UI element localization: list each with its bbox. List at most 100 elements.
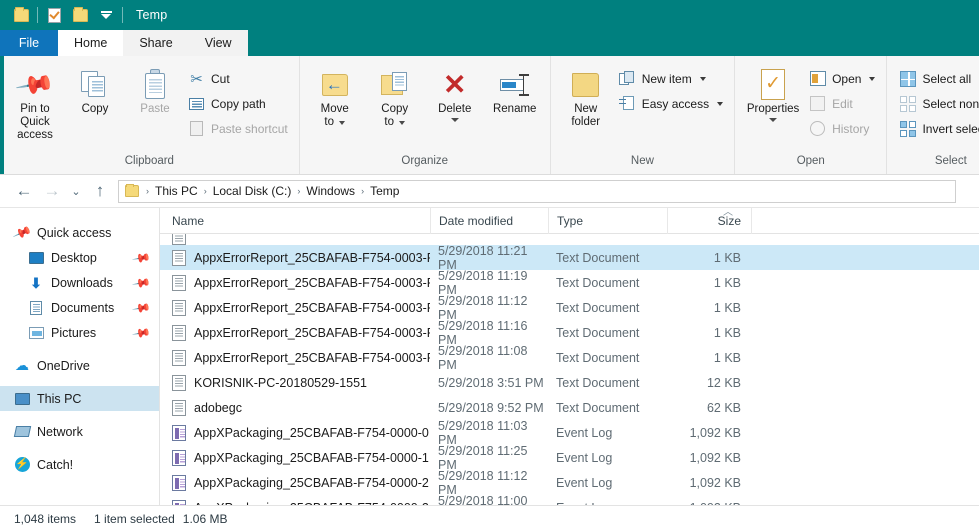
file-date-cell: 5/29/2018 11:00 PM (438, 493, 528, 506)
star-pin-icon: 📌 (12, 222, 33, 242)
breadcrumb-item-windows[interactable]: Windows (303, 184, 358, 198)
table-row[interactable]: AppxErrorReport_25CBAFAB-F754-0003-F... … (160, 268, 979, 297)
breadcrumb-item-local-disk[interactable]: Local Disk (C:) (210, 184, 295, 198)
file-name-cell (160, 234, 430, 245)
sidebar-item-label: Catch! (37, 457, 74, 472)
column-header-name[interactable]: Name (160, 208, 430, 234)
table-row[interactable]: KORISNIK-PC-20180529-1551 5/29/2018 3:51… (160, 370, 979, 395)
easy-access-button[interactable]: Easy access (617, 93, 728, 114)
invert-selection-button[interactable]: Invert selection (897, 118, 979, 139)
table-row[interactable]: AppXPackaging_25CBAFAB-F754-0000-2... 5/… (160, 493, 979, 506)
file-name-cell: AppxErrorReport_25CBAFAB-F754-0003-F... (160, 299, 430, 316)
move-to-button[interactable]: ← Move to (306, 63, 364, 129)
open-label: Open (832, 71, 862, 86)
table-row[interactable]: adobegc 5/29/2018 9:52 PM Text Document … (160, 395, 979, 420)
sidebar-item-this-pc[interactable]: This PC (0, 386, 159, 411)
file-type-cell: Text Document (556, 400, 640, 415)
file-size-cell: 1 KB (713, 325, 741, 340)
copy-icon (80, 67, 110, 103)
pin-to-quick-access-button[interactable]: 📌 Pin to Quick access (6, 63, 64, 142)
table-row[interactable]: AppXPackaging_25CBAFAB-F754-0000-2... 5/… (160, 469, 979, 497)
pin-icon: 📌 (131, 272, 152, 293)
column-header-type[interactable]: Type (548, 207, 667, 234)
tab-file[interactable]: File (0, 30, 58, 56)
copy-to-button[interactable]: Copy to (366, 63, 424, 129)
tab-share[interactable]: Share (123, 30, 189, 56)
sidebar-item-desktop[interactable]: Desktop 📌 (0, 245, 159, 270)
column-header-date-modified[interactable]: Date modified (430, 207, 548, 234)
sidebar-item-catch[interactable]: ⚡ Catch! (0, 452, 159, 477)
table-row[interactable]: AppxErrorReport_25CBAFAB-F754-0003-F... … (160, 319, 979, 347)
sidebar-item-network[interactable]: Network (0, 419, 159, 444)
file-size-cell: 1 KB (713, 250, 741, 265)
table-row[interactable]: AppxErrorReport_25CBAFAB-F754-0003-F... … (160, 294, 979, 322)
tab-home[interactable]: Home (58, 30, 124, 56)
new-folder-button[interactable]: New folder (557, 63, 615, 129)
table-row[interactable]: AppXPackaging_25CBAFAB-F754-0000-0... 5/… (160, 419, 979, 447)
properties-icon (47, 7, 61, 23)
pictures-icon (28, 325, 44, 341)
select-all-button[interactable]: Select all (897, 68, 979, 89)
forward-button[interactable]: → (38, 178, 66, 204)
history-button[interactable]: History (807, 118, 880, 139)
status-bar: 1,048 items 1 item selected 1.06 MB (0, 505, 979, 532)
pin-label-line1: Pin to Quick (20, 103, 50, 128)
sidebar-item-pictures[interactable]: Pictures 📌 (0, 320, 159, 345)
cut-button[interactable]: ✂ Cut (186, 68, 293, 89)
chevron-down-icon (717, 101, 724, 106)
table-row[interactable]: AppxErrorReport_25CBAFAB-F754-0003-F... … (160, 244, 979, 272)
table-row[interactable]: AppxErrorReport_25CBAFAB-F754-0003-F... … (160, 344, 979, 372)
copy-path-button[interactable]: Copy path (186, 93, 293, 114)
file-name-cell: AppxErrorReport_25CBAFAB-F754-0003-F... (160, 324, 430, 341)
file-type-cell: Event Log (556, 450, 613, 465)
folder-icon (125, 183, 139, 197)
recent-locations-button[interactable]: ⌄ (66, 178, 86, 204)
ribbon-group-new: New folder New item Easy access New (551, 56, 736, 174)
rename-icon (499, 67, 531, 103)
column-headers: Name Date modified Type Size ︿ (160, 207, 979, 234)
properties-button[interactable]: ✓ Properties (741, 63, 805, 122)
chevron-down-icon (769, 118, 778, 122)
file-size-cell: 1,092 KB (667, 501, 751, 506)
copy-button[interactable]: Copy (66, 63, 124, 116)
select-none-button[interactable]: Select none (897, 93, 979, 114)
breadcrumb[interactable]: › This PC › Local Disk (C:) › Windows › … (118, 179, 956, 203)
chevron-down-icon (339, 120, 346, 125)
paste-button[interactable]: Paste (126, 63, 184, 116)
qat-new-folder-button[interactable] (67, 0, 93, 30)
sidebar-item-quick-access[interactable]: 📌 Quick access (0, 220, 159, 245)
file-type-cell: Text Document (556, 375, 640, 390)
tab-view[interactable]: View (188, 30, 248, 56)
table-row[interactable]: AppXPackaging_25CBAFAB-F754-0000-1... 5/… (160, 444, 979, 472)
qat-folder-button[interactable] (8, 0, 34, 30)
column-header-size[interactable]: Size ︿ (667, 207, 751, 234)
edit-button[interactable]: Edit (807, 93, 880, 114)
paste-shortcut-button[interactable]: Paste shortcut (186, 118, 293, 139)
open-button[interactable]: Open (807, 68, 880, 89)
sidebar-item-downloads[interactable]: ⬇ Downloads 📌 (0, 270, 159, 295)
onedrive-icon: ☁ (15, 357, 29, 373)
delete-button[interactable]: ✕ Delete (426, 63, 484, 122)
up-button[interactable]: ↑ (86, 178, 114, 204)
rename-button[interactable]: Rename (486, 63, 544, 116)
sidebar-item-onedrive[interactable]: ☁ OneDrive (0, 353, 159, 378)
new-item-button[interactable]: New item (617, 68, 728, 89)
file-date-cell: 5/29/2018 11:19 PM (438, 268, 528, 297)
breadcrumb-separator: › (146, 186, 149, 196)
file-rows[interactable]: AppxErrorReport_25CBAFAB-F754-0003-F... … (160, 234, 979, 505)
rename-label: Rename (492, 103, 537, 115)
new-folder-label-line2: folder (571, 116, 601, 128)
event-log-icon (172, 424, 186, 441)
qat-properties-button[interactable] (41, 0, 67, 30)
file-name: AppxErrorReport_25CBAFAB-F754-0003-F... (194, 250, 430, 265)
back-button[interactable]: ← (10, 178, 38, 204)
breadcrumb-item-this-pc[interactable]: This PC (152, 184, 201, 198)
breadcrumb-item-temp[interactable]: Temp (367, 184, 402, 198)
new-folder-label-line1: New (574, 103, 598, 115)
sidebar-item-documents[interactable]: Documents 📌 (0, 295, 159, 320)
copy-path-label: Copy path (211, 96, 266, 111)
sidebar-item-label: Desktop (51, 250, 97, 265)
qat-customize-button[interactable] (93, 0, 119, 30)
table-row-partial[interactable] (160, 234, 979, 245)
file-name: KORISNIK-PC-20180529-1551 (194, 375, 368, 390)
